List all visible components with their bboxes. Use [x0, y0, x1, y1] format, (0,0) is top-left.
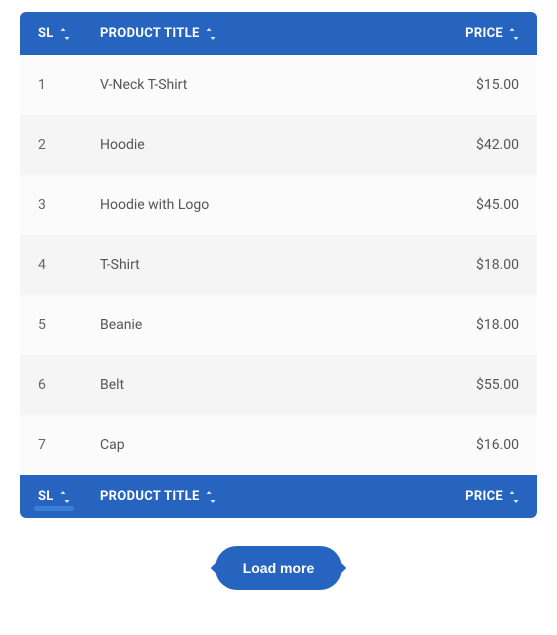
cell-price: $18.00 [437, 317, 527, 333]
product-table: SL PRODUCT TITLE PRICE 1V-Neck T-Shirt$1… [20, 12, 537, 518]
cell-price: $42.00 [437, 137, 527, 153]
load-more-button[interactable]: Load more [215, 546, 343, 590]
cell-price: $55.00 [437, 377, 527, 393]
footer-price[interactable]: PRICE [437, 489, 527, 504]
table-row: 6Belt$55.00 [20, 355, 537, 415]
cell-price: $16.00 [437, 437, 527, 453]
footer-title[interactable]: PRODUCT TITLE [100, 489, 437, 504]
cell-sl: 4 [30, 257, 100, 273]
header-title[interactable]: PRODUCT TITLE [100, 26, 437, 41]
header-sl-label: SL [38, 26, 54, 41]
sort-icon [60, 28, 70, 40]
header-price[interactable]: PRICE [437, 26, 527, 41]
sort-icon [206, 28, 216, 40]
sort-icon [206, 491, 216, 503]
table-row: 4T-Shirt$18.00 [20, 235, 537, 295]
cell-title: T-Shirt [100, 257, 437, 273]
footer-price-label: PRICE [465, 489, 503, 504]
sort-icon [509, 491, 519, 503]
header-price-label: PRICE [465, 26, 503, 41]
footer-accent-bar [34, 506, 74, 511]
cell-title: Beanie [100, 317, 437, 333]
table-footer: SL PRODUCT TITLE PRICE [20, 475, 537, 518]
cell-sl: 3 [30, 197, 100, 213]
sort-icon [60, 491, 70, 503]
table-row: 3Hoodie with Logo$45.00 [20, 175, 537, 235]
load-more-container: Load more [20, 546, 537, 590]
cell-price: $18.00 [437, 257, 527, 273]
cell-title: Hoodie with Logo [100, 197, 437, 213]
cell-title: Hoodie [100, 137, 437, 153]
header-title-label: PRODUCT TITLE [100, 26, 200, 41]
cell-sl: 2 [30, 137, 100, 153]
table-row: 7Cap$16.00 [20, 415, 537, 475]
header-sl[interactable]: SL [30, 26, 100, 41]
cell-sl: 1 [30, 77, 100, 93]
cell-sl: 7 [30, 437, 100, 453]
table-row: 2Hoodie$42.00 [20, 115, 537, 175]
footer-sl[interactable]: SL [30, 489, 100, 504]
footer-title-label: PRODUCT TITLE [100, 489, 200, 504]
table-header: SL PRODUCT TITLE PRICE [20, 12, 537, 55]
cell-title: V-Neck T-Shirt [100, 77, 437, 93]
footer-sl-label: SL [38, 489, 54, 504]
cell-price: $45.00 [437, 197, 527, 213]
cell-title: Belt [100, 377, 437, 393]
table-body: 1V-Neck T-Shirt$15.002Hoodie$42.003Hoodi… [20, 55, 537, 475]
table-row: 5Beanie$18.00 [20, 295, 537, 355]
cell-sl: 5 [30, 317, 100, 333]
cell-sl: 6 [30, 377, 100, 393]
cell-price: $15.00 [437, 77, 527, 93]
sort-icon [509, 28, 519, 40]
cell-title: Cap [100, 437, 437, 453]
table-row: 1V-Neck T-Shirt$15.00 [20, 55, 537, 115]
